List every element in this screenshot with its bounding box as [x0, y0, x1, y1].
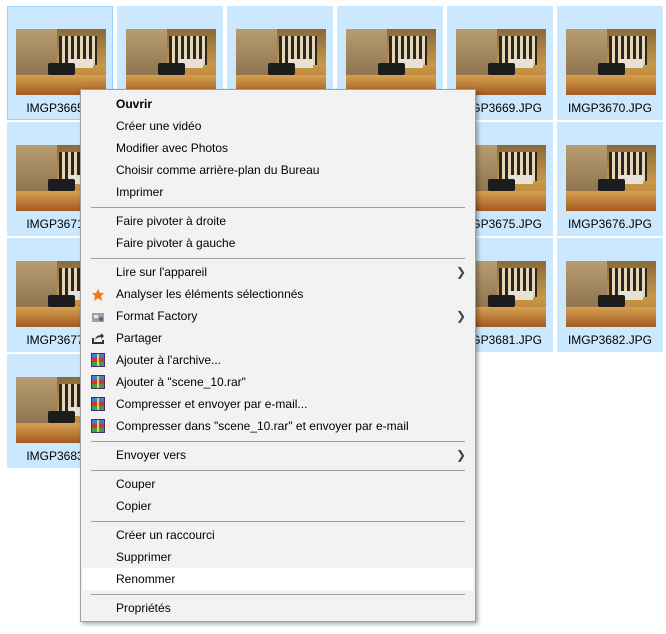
menu-item-add-archive[interactable]: Ajouter à l'archive...: [83, 349, 473, 371]
format-factory-icon: [91, 309, 105, 323]
menu-item-label: Analyser les éléments sélectionnés: [116, 287, 304, 301]
menu-separator: [91, 521, 465, 522]
menu-item-compress-rar-email[interactable]: Compresser dans "scene_10.rar" et envoye…: [83, 415, 473, 437]
menu-item-rotate-left[interactable]: Faire pivoter à gauche: [83, 232, 473, 254]
image-thumbnail: [236, 29, 326, 95]
menu-separator: [91, 470, 465, 471]
image-thumbnail: [16, 29, 106, 95]
menu-item-label: Ajouter à "scene_10.rar": [116, 375, 246, 389]
menu-item-add-rar[interactable]: Ajouter à "scene_10.rar": [83, 371, 473, 393]
image-thumbnail: [346, 29, 436, 95]
menu-item-properties[interactable]: Propriétés: [83, 597, 473, 619]
menu-item-send-to[interactable]: Envoyer vers ❯: [83, 444, 473, 466]
winrar-icon: [91, 375, 105, 389]
image-thumbnail: [126, 29, 216, 95]
winrar-icon: [91, 419, 105, 433]
file-name: IMGP3682.JPG: [567, 333, 653, 347]
image-thumbnail: [456, 29, 546, 95]
winrar-icon: [91, 353, 105, 367]
file-name: IMGP3670.JPG: [567, 101, 653, 115]
image-thumbnail: [566, 29, 656, 95]
image-thumbnail: [566, 261, 656, 327]
menu-item-label: Choisir comme arrière-plan du Bureau: [116, 163, 320, 177]
menu-separator: [91, 441, 465, 442]
menu-separator: [91, 594, 465, 595]
menu-separator: [91, 258, 465, 259]
menu-item-label: Imprimer: [116, 185, 164, 199]
menu-item-label: Créer un raccourci: [116, 528, 215, 542]
menu-separator: [91, 207, 465, 208]
chevron-right-icon: ❯: [455, 265, 466, 279]
menu-item-compress-email[interactable]: Compresser et envoyer par e-mail...: [83, 393, 473, 415]
menu-item-create-video[interactable]: Créer une vidéo: [83, 115, 473, 137]
menu-item-label: Ouvrir: [116, 97, 153, 111]
menu-item-rename[interactable]: Renommer: [83, 568, 473, 590]
menu-item-label: Compresser dans "scene_10.rar" et envoye…: [116, 419, 409, 433]
menu-item-label: Créer une vidéo: [116, 119, 202, 133]
menu-item-label: Copier: [116, 499, 152, 513]
menu-item-label: Propriétés: [116, 601, 171, 615]
menu-item-set-background[interactable]: Choisir comme arrière-plan du Bureau: [83, 159, 473, 181]
menu-item-rotate-right[interactable]: Faire pivoter à droite: [83, 210, 473, 232]
menu-item-label: Partager: [116, 331, 163, 345]
menu-item-format-factory[interactable]: Format Factory ❯: [83, 305, 473, 327]
menu-item-edit-photos[interactable]: Modifier avec Photos: [83, 137, 473, 159]
menu-item-label: Compresser et envoyer par e-mail...: [116, 397, 308, 411]
menu-item-delete[interactable]: Supprimer: [83, 546, 473, 568]
menu-item-label: Format Factory: [116, 309, 198, 323]
menu-item-label: Envoyer vers: [116, 448, 187, 462]
menu-item-label: Lire sur l'appareil: [116, 265, 208, 279]
file-tile[interactable]: IMGP3670.JPG: [557, 6, 663, 120]
menu-item-label: Faire pivoter à droite: [116, 214, 227, 228]
menu-item-open[interactable]: Ouvrir: [83, 93, 473, 115]
menu-item-label: Couper: [116, 477, 156, 491]
menu-item-label: Supprimer: [116, 550, 172, 564]
file-tile[interactable]: IMGP3682.JPG: [557, 238, 663, 352]
menu-item-label: Modifier avec Photos: [116, 141, 229, 155]
winrar-icon: [91, 397, 105, 411]
menu-item-create-shortcut[interactable]: Créer un raccourci: [83, 524, 473, 546]
menu-item-label: Ajouter à l'archive...: [116, 353, 222, 367]
share-icon: [91, 331, 105, 345]
file-name: IMGP3676.JPG: [567, 217, 653, 231]
menu-item-play-to[interactable]: Lire sur l'appareil ❯: [83, 261, 473, 283]
menu-item-print[interactable]: Imprimer: [83, 181, 473, 203]
menu-item-label: Faire pivoter à gauche: [116, 236, 236, 250]
menu-item-share[interactable]: Partager: [83, 327, 473, 349]
menu-item-copy[interactable]: Copier: [83, 495, 473, 517]
avast-icon: [91, 287, 105, 301]
menu-item-avast-scan[interactable]: Analyser les éléments sélectionnés: [83, 283, 473, 305]
chevron-right-icon: ❯: [455, 309, 466, 323]
menu-item-cut[interactable]: Couper: [83, 473, 473, 495]
chevron-right-icon: ❯: [455, 448, 466, 462]
file-tile[interactable]: IMGP3676.JPG: [557, 122, 663, 236]
image-thumbnail: [566, 145, 656, 211]
menu-item-label: Renommer: [116, 572, 176, 586]
context-menu: Ouvrir Créer une vidéo Modifier avec Pho…: [80, 89, 476, 622]
